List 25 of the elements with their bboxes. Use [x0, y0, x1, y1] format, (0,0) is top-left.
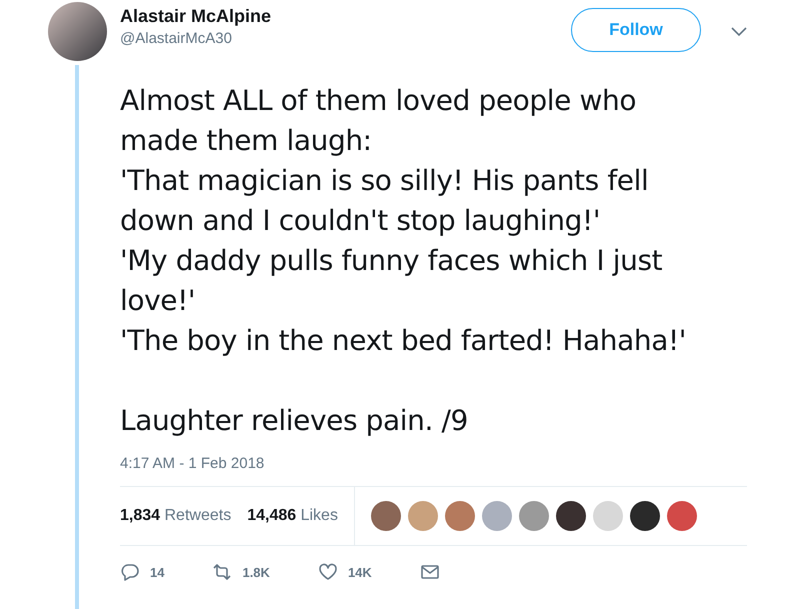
- retweet-icon: [212, 562, 232, 582]
- follow-button[interactable]: Follow: [571, 8, 701, 52]
- tweet-text-line: made them laugh:: [120, 123, 372, 159]
- tweet-text-line: 'My daddy pulls funny faces which I just: [120, 243, 662, 279]
- tweet-text-line: down and I couldn't stop laughing!': [120, 203, 600, 239]
- like-action-button[interactable]: 14K: [318, 562, 372, 582]
- liker-avatar-photo-placeholder[interactable]: [630, 501, 660, 531]
- tweet-text-line: Almost ALL of them loved people who: [120, 83, 636, 119]
- stat-link[interactable]: 14,486 Likes: [247, 507, 338, 525]
- chevron-down-icon[interactable]: [731, 27, 747, 37]
- heart-icon: [318, 562, 338, 582]
- author-handle[interactable]: @AlastairMcA30: [120, 30, 232, 47]
- stat-link[interactable]: 1,834 Retweets: [120, 507, 232, 525]
- liker-avatar-photo-placeholder[interactable]: [556, 501, 586, 531]
- message-action-button[interactable]: [420, 562, 440, 582]
- timestamp[interactable]: 4:17 AM - 1 Feb 2018: [120, 455, 264, 472]
- retweet-action-button[interactable]: 1.8K: [212, 562, 270, 582]
- tweet-text-line: 'That magician is so silly! His pants fell: [120, 163, 648, 199]
- author-name[interactable]: Alastair McAlpine: [120, 6, 272, 27]
- tweet-text-line: love!': [120, 283, 196, 319]
- envelope-icon: [420, 562, 440, 582]
- tweet-text-line: 'The boy in the next bed farted! Hahaha!': [120, 323, 686, 359]
- reply-action-button[interactable]: 14: [120, 562, 164, 582]
- tweet-text-line: Laughter relieves pain. /9: [120, 403, 468, 439]
- reply-icon: [120, 562, 140, 582]
